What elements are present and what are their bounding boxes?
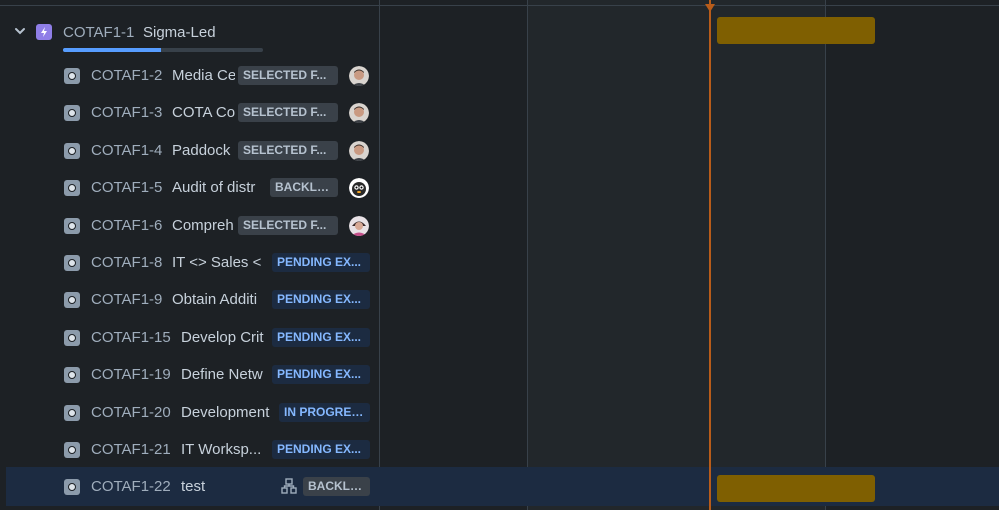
issue-row[interactable]: COTAF1-19 Define Netw PENDING EX...: [0, 356, 379, 393]
timeline-column-3: [826, 0, 999, 510]
issue-summary[interactable]: Media Ce: [172, 67, 235, 84]
issue-summary[interactable]: Define Netw: [181, 366, 269, 383]
issue-row[interactable]: COTAF1-15 Develop Crit PENDING EX...: [0, 319, 379, 356]
avatar-cartoon[interactable]: [349, 178, 369, 198]
issue-timeline-bar[interactable]: [717, 475, 875, 502]
task-icon: [64, 330, 80, 346]
issue-key[interactable]: COTAF1-4: [91, 142, 162, 159]
issue-summary[interactable]: IT <> Sales <: [172, 254, 269, 271]
avatar-man[interactable]: [349, 141, 369, 161]
child-issues-icon[interactable]: [281, 478, 297, 494]
issue-key[interactable]: COTAF1-21: [91, 441, 171, 458]
task-icon: [64, 442, 80, 458]
issue-key[interactable]: COTAF1-9: [91, 291, 162, 308]
issue-summary[interactable]: Develop Crit: [181, 329, 269, 346]
status-lozenge[interactable]: SELECTED F...: [238, 141, 338, 160]
issue-summary[interactable]: test: [181, 478, 271, 495]
issue-row[interactable]: COTAF1-5 Audit of distr BACKLOG: [0, 169, 379, 206]
status-lozenge[interactable]: SELECTED F...: [238, 103, 338, 122]
issue-summary[interactable]: COTA Co: [172, 104, 235, 121]
epic-progress-bar: [63, 48, 263, 52]
today-line: [709, 0, 711, 510]
today-marker: [705, 4, 715, 12]
avatar-woman[interactable]: [349, 216, 369, 236]
issue-row[interactable]: COTAF1-3 COTA Co SELECTED F...: [0, 94, 379, 131]
issue-row[interactable]: COTAF1-20 Development IN PROGRESS: [0, 394, 379, 431]
issue-row[interactable]: COTAF1-21 IT Worksp... PENDING EX...: [0, 431, 379, 468]
issue-row[interactable]: COTAF1-8 IT <> Sales < PENDING EX...: [0, 244, 379, 281]
status-lozenge[interactable]: BACKLOG: [303, 477, 370, 496]
status-lozenge[interactable]: SELECTED F...: [238, 66, 338, 85]
chevron-down-icon[interactable]: [14, 25, 26, 37]
task-icon: [64, 292, 80, 308]
issue-summary[interactable]: Audit of distr: [172, 179, 267, 196]
issue-key[interactable]: COTAF1-3: [91, 104, 162, 121]
issue-summary[interactable]: IT Worksp...: [181, 441, 269, 458]
epic-timeline-bar[interactable]: [717, 17, 875, 44]
status-lozenge[interactable]: PENDING EX...: [272, 253, 370, 272]
issue-key[interactable]: COTAF1-19: [91, 366, 171, 383]
task-icon: [64, 105, 80, 121]
issue-summary[interactable]: Compreh: [172, 217, 235, 234]
issue-row[interactable]: COTAF1-2 Media Ce SELECTED F...: [0, 57, 379, 94]
avatar-man[interactable]: [349, 103, 369, 123]
status-lozenge[interactable]: BACKLOG: [270, 178, 338, 197]
status-lozenge[interactable]: PENDING EX...: [272, 440, 370, 459]
header-divider: [0, 5, 999, 6]
status-lozenge[interactable]: PENDING EX...: [272, 328, 370, 347]
task-icon: [64, 405, 80, 421]
status-lozenge[interactable]: PENDING EX...: [272, 290, 370, 309]
issue-key[interactable]: COTAF1-20: [91, 404, 171, 421]
epic-key[interactable]: COTAF1-1: [63, 24, 134, 41]
issue-summary[interactable]: Development: [181, 404, 276, 421]
issue-key[interactable]: COTAF1-6: [91, 217, 162, 234]
issue-row[interactable]: COTAF1-6 Compreh SELECTED F...: [0, 207, 379, 244]
timeline-column-current: [528, 0, 826, 510]
issue-summary[interactable]: Obtain Additi: [172, 291, 269, 308]
epic-name[interactable]: Sigma-Led: [143, 24, 216, 41]
task-icon: [64, 68, 80, 84]
issue-row[interactable]: COTAF1-4 Paddock SELECTED F...: [0, 132, 379, 169]
status-lozenge[interactable]: SELECTED F...: [238, 216, 338, 235]
issue-row[interactable]: COTAF1-22 test BACKLOG: [0, 468, 379, 505]
epic-row[interactable]: COTAF1-1 Sigma-Led: [0, 13, 379, 52]
epic-progress-fill: [63, 48, 161, 52]
issue-summary[interactable]: Paddock: [172, 142, 235, 159]
issue-key[interactable]: COTAF1-2: [91, 67, 162, 84]
task-icon: [64, 255, 80, 271]
status-lozenge[interactable]: IN PROGRESS: [279, 403, 370, 422]
issue-row[interactable]: COTAF1-9 Obtain Additi PENDING EX...: [0, 281, 379, 318]
timeline-column-1: [380, 0, 528, 510]
status-lozenge[interactable]: PENDING EX...: [272, 365, 370, 384]
issue-key[interactable]: COTAF1-22: [91, 478, 171, 495]
issue-key[interactable]: COTAF1-5: [91, 179, 162, 196]
task-icon: [64, 218, 80, 234]
task-icon: [64, 143, 80, 159]
task-icon: [64, 180, 80, 196]
epic-icon: [36, 24, 52, 40]
timeline-view: COTAF1-1 Sigma-Led COTAF1-2 Media Ce SELEC…: [0, 0, 999, 510]
issue-key[interactable]: COTAF1-8: [91, 254, 162, 271]
task-icon: [64, 479, 80, 495]
avatar-man[interactable]: [349, 66, 369, 86]
task-icon: [64, 367, 80, 383]
issue-key[interactable]: COTAF1-15: [91, 329, 171, 346]
